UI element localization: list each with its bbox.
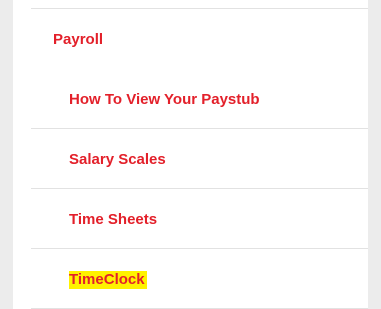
menu-item-salary-scales: Salary Scales — [31, 129, 368, 189]
menu-item-time-sheets: Time Sheets — [31, 189, 368, 249]
menu-link-time-sheets[interactable]: Time Sheets — [69, 211, 157, 229]
navigation-panel: Payroll How To View Your Paystub Salary … — [13, 0, 368, 309]
menu-item-view-paystub: How To View Your Paystub — [31, 69, 368, 129]
section-link-payroll[interactable]: Payroll — [53, 31, 103, 48]
payroll-submenu: How To View Your Paystub Salary Scales T… — [31, 69, 368, 309]
menu-link-salary-scales[interactable]: Salary Scales — [69, 151, 166, 169]
menu-link-timeclock[interactable]: TimeClock — [69, 271, 147, 289]
menu-item-timeclock: TimeClock — [31, 249, 368, 309]
menu-link-view-paystub[interactable]: How To View Your Paystub — [69, 91, 260, 109]
divider — [31, 8, 368, 9]
